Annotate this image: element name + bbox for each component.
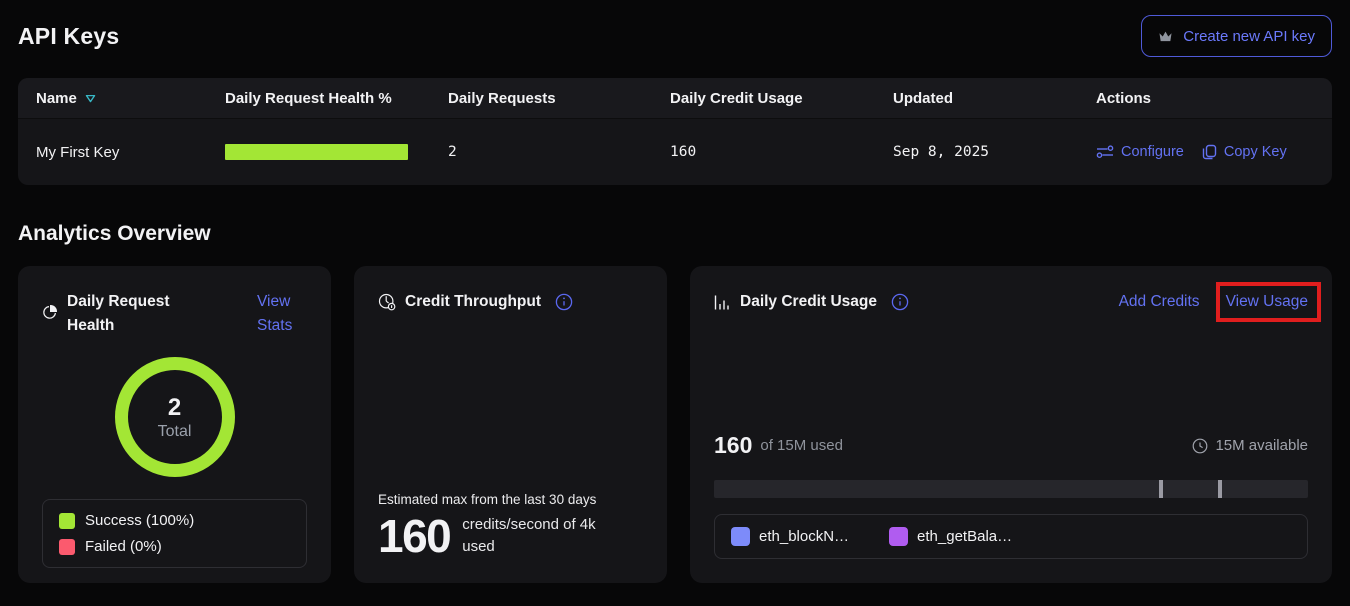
copy-key-button[interactable]: Copy Key <box>1202 144 1287 160</box>
failed-swatch <box>59 539 75 555</box>
health-donut: 2 Total <box>115 357 235 477</box>
pie-chart-icon <box>42 304 58 320</box>
health-legend: Success (100%) Failed (0%) <box>42 499 307 568</box>
create-api-key-button[interactable]: Create new API key <box>1141 15 1332 57</box>
health-bar-cell <box>225 144 448 160</box>
dashboard-page: API Keys Create new API key Name Daily R… <box>0 14 1350 583</box>
api-keys-table: Name Daily Request Health % Daily Reques… <box>18 78 1332 185</box>
bar-chart-icon <box>714 295 731 310</box>
actions-cell: Configure Copy Key <box>1096 144 1314 160</box>
card-title: Daily Credit Usage <box>740 290 877 314</box>
throughput-suffix: credits/second of 4k used <box>462 514 622 558</box>
table-header-row: Name Daily Request Health % Daily Reques… <box>18 78 1332 118</box>
updated-cell: Sep 8, 2025 <box>893 144 1096 160</box>
legend-item-success: Success (100%) <box>59 512 290 529</box>
configure-button[interactable]: Configure <box>1096 144 1184 160</box>
info-icon[interactable] <box>891 293 909 311</box>
legend-item-failed: Failed (0%) <box>59 538 290 555</box>
health-bar-fill <box>225 144 408 160</box>
credit-usage-bar <box>714 480 1308 498</box>
analytics-overview-title: Analytics Overview <box>18 222 1332 246</box>
bar-marker <box>1218 480 1222 498</box>
gauge-icon <box>378 293 396 311</box>
throughput-value: 160 <box>378 513 450 559</box>
column-header-credit-usage: Daily Credit Usage <box>670 90 893 107</box>
bar-marker <box>1159 480 1163 498</box>
donut-total-label: Total <box>158 423 192 441</box>
add-credits-link[interactable]: Add Credits <box>1119 293 1200 311</box>
sliders-icon <box>1096 145 1114 159</box>
crown-icon <box>1158 30 1173 43</box>
card-title: Credit Throughput <box>405 290 541 314</box>
view-stats-link[interactable]: View Stats <box>257 290 307 338</box>
create-api-key-label: Create new API key <box>1183 28 1315 45</box>
method-swatch <box>731 527 750 546</box>
donut-total-value: 2 <box>168 394 181 422</box>
analytics-cards: Daily Request Health View Stats 2 Total … <box>18 266 1332 583</box>
sort-icon[interactable] <box>85 94 96 103</box>
credit-throughput-card: Credit Throughput Estimated max from the… <box>354 266 667 583</box>
column-header-health: Daily Request Health % <box>225 90 448 107</box>
daily-request-health-card: Daily Request Health View Stats 2 Total … <box>18 266 331 583</box>
column-header-requests: Daily Requests <box>448 90 670 107</box>
success-swatch <box>59 513 75 529</box>
api-keys-header: API Keys Create new API key <box>18 14 1332 58</box>
method-swatch <box>889 527 908 546</box>
copy-icon <box>1202 144 1217 160</box>
credits-available-label: 15M available <box>1215 437 1308 454</box>
card-title: Daily Request Health <box>67 290 185 338</box>
info-icon[interactable] <box>555 293 573 311</box>
column-header-updated: Updated <box>893 90 1096 107</box>
page-title: API Keys <box>18 23 119 50</box>
column-header-actions: Actions <box>1096 90 1314 107</box>
legend-item-eth-getbalance: eth_getBala… <box>889 527 1012 546</box>
view-usage-link[interactable]: View Usage <box>1226 293 1308 310</box>
usage-legend: eth_blockN… eth_getBala… <box>714 514 1308 559</box>
table-row: My First Key 2 160 Sep 8, 2025 Configure <box>18 118 1332 185</box>
key-name-cell: My First Key <box>36 144 225 161</box>
clock-icon <box>1192 438 1208 454</box>
daily-credit-usage-card: Daily Credit Usage Add Credits View Usag… <box>690 266 1332 583</box>
daily-credit-usage-cell: 160 <box>670 144 893 160</box>
throughput-caption: Estimated max from the last 30 days <box>378 492 643 507</box>
daily-requests-cell: 2 <box>448 144 670 160</box>
credits-used-value: 160 <box>714 432 752 459</box>
legend-item-eth-blocknumber: eth_blockN… <box>731 527 849 546</box>
credits-used-suffix: of 15M used <box>760 437 843 454</box>
column-header-name[interactable]: Name <box>36 90 225 107</box>
